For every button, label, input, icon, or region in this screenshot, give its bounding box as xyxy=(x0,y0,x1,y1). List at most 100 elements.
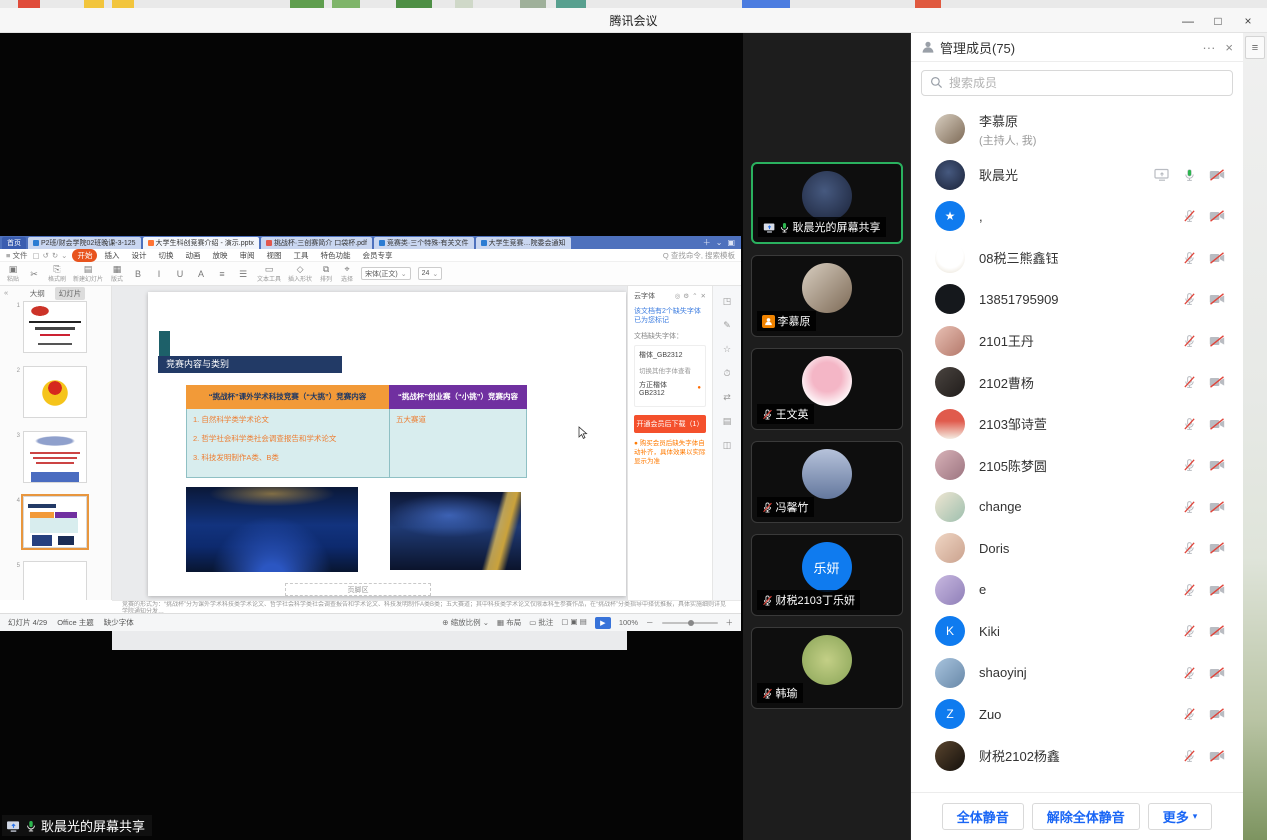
camera-off-icon[interactable] xyxy=(1209,169,1225,181)
mic-muted-icon[interactable] xyxy=(1183,251,1196,265)
mic-muted-icon[interactable] xyxy=(1183,500,1196,514)
member-row[interactable]: 耿晨光 xyxy=(911,154,1243,196)
tabbar-control-icon: ⌄ xyxy=(716,238,723,247)
warning-dot-icon: ● xyxy=(697,385,701,391)
camera-off-icon[interactable] xyxy=(1209,252,1225,264)
camera-off-icon[interactable] xyxy=(1209,667,1225,679)
video-tile-strip: 耿晨光的屏幕共享 李慕原 xyxy=(743,33,910,840)
mic-muted-icon[interactable] xyxy=(1183,666,1196,680)
participant-name: 财税2103丁乐妍 xyxy=(776,592,855,608)
camera-off-icon[interactable] xyxy=(1209,459,1225,471)
search-input[interactable] xyxy=(921,70,1233,96)
panel-more-button[interactable]: ··· xyxy=(1202,40,1215,55)
wps-document-tab: 首页 xyxy=(2,237,26,249)
panel-close-button[interactable]: × xyxy=(1225,40,1233,55)
member-row[interactable]: 2103邹诗萱 xyxy=(911,403,1243,445)
toolbar-item: I xyxy=(152,269,166,279)
mic-muted-icon[interactable] xyxy=(1183,209,1196,223)
wps-status-bar: 幻灯片 4/29Office 主题缺少字体 ⊕ 缩放比例 ⌄▦ 布局▭ 批注▢ … xyxy=(0,613,741,631)
camera-off-icon[interactable] xyxy=(1209,335,1225,347)
camera-off-icon[interactable] xyxy=(1209,501,1225,513)
member-row[interactable]: ★ , xyxy=(911,196,1243,238)
video-tile[interactable]: 乐妍 财税2103丁乐妍 xyxy=(751,534,903,616)
avatar xyxy=(935,160,965,190)
font-warning-text: ● 购买会员后缺失字体自动补齐，具体效果以实际显示为准 xyxy=(634,439,706,466)
slide-thumbnail xyxy=(23,301,87,353)
panel-tab: 幻灯片 xyxy=(55,287,86,300)
member-row[interactable]: e xyxy=(911,569,1243,611)
camera-off-icon[interactable] xyxy=(1209,625,1225,637)
mic-muted-icon[interactable] xyxy=(1183,375,1196,389)
camera-off-icon[interactable] xyxy=(1209,750,1225,762)
mic-muted-icon[interactable] xyxy=(1183,707,1196,721)
mic-on-icon[interactable] xyxy=(1183,168,1196,182)
zoom-slider xyxy=(662,622,718,624)
camera-off-icon[interactable] xyxy=(1209,293,1225,305)
toolbar-item: ▦版式 xyxy=(110,264,124,283)
avatar xyxy=(935,409,965,439)
member-row[interactable]: 李慕原 (主持人, 我) xyxy=(911,104,1243,154)
member-row[interactable]: Z Zuo xyxy=(911,694,1243,736)
side-tool-icon: ☆ xyxy=(723,344,731,355)
video-tile[interactable]: 耿晨光的屏幕共享 xyxy=(751,162,903,244)
member-row[interactable]: K Kiki xyxy=(911,611,1243,653)
member-row[interactable]: Doris xyxy=(911,528,1243,570)
ribbon-tab: 放映 xyxy=(207,249,232,262)
avatar xyxy=(935,367,965,397)
mute-all-button[interactable]: 全体静音 xyxy=(942,803,1024,830)
table-header-right: “挑战杯”创业赛（“小挑”）竞赛内容 xyxy=(389,385,527,409)
camera-off-icon[interactable] xyxy=(1209,708,1225,720)
pane-control-icon: ⚙ xyxy=(683,292,689,300)
member-row[interactable]: change xyxy=(911,486,1243,528)
member-row[interactable]: 2102曹杨 xyxy=(911,362,1243,404)
wps-slide-canvas: 竞赛内容与类别 “挑战杯”课外学术科技竞赛（“大挑”）竞赛内容 “挑战杯”创业赛… xyxy=(112,286,627,650)
video-tile[interactable]: 冯馨竹 xyxy=(751,441,903,523)
desktop-fragment xyxy=(556,0,586,8)
wps-notes-preview: 竞赛的形式为：“挑战杯”分为课外学术科技类学术论文、哲学社会科学类社会调查报告和… xyxy=(112,600,741,613)
camera-off-icon[interactable] xyxy=(1209,542,1225,554)
wps-document-tab: 竞赛类·三个特殊-有关文件 xyxy=(374,237,474,249)
sidebar-menu-button[interactable]: ≡ xyxy=(1245,36,1265,59)
mic-muted-icon[interactable] xyxy=(1183,417,1196,431)
slide-thumbnail-row: 5 xyxy=(8,561,111,600)
member-row[interactable]: 2105陈梦圆 xyxy=(911,445,1243,487)
camera-off-icon[interactable] xyxy=(1209,376,1225,388)
mic-muted-icon[interactable] xyxy=(1183,624,1196,638)
member-row[interactable]: shaoyinj xyxy=(911,652,1243,694)
mic-muted-icon[interactable] xyxy=(1183,292,1196,306)
unmute-all-button[interactable]: 解除全体静音 xyxy=(1032,803,1140,830)
member-row[interactable]: 2101王丹 xyxy=(911,320,1243,362)
ribbon-tab: 设计 xyxy=(126,249,151,262)
mic-muted-icon[interactable] xyxy=(1183,334,1196,348)
camera-off-icon[interactable] xyxy=(1209,418,1225,430)
more-actions-button[interactable]: 更多▾ xyxy=(1148,803,1213,830)
mic-muted-icon[interactable] xyxy=(1183,749,1196,763)
panel-title: 管理成员(75) xyxy=(940,38,1015,57)
camera-off-icon[interactable] xyxy=(1209,210,1225,222)
member-row[interactable]: 13851795909 xyxy=(911,279,1243,321)
member-row[interactable]: 财税2102杨鑫 xyxy=(911,735,1243,777)
member-name: 2101王丹 xyxy=(979,331,1034,350)
video-tile[interactable]: 王文英 xyxy=(751,348,903,430)
slide-number: 3 xyxy=(8,431,20,483)
member-row[interactable]: 08税三熊鑫钰 xyxy=(911,237,1243,279)
document-icon xyxy=(481,240,487,246)
video-tile[interactable]: 韩瑜 xyxy=(751,627,903,709)
host-badge-icon xyxy=(762,315,775,328)
close-button[interactable]: × xyxy=(1233,8,1263,33)
video-tile[interactable]: 李慕原 xyxy=(751,255,903,337)
avatar: ★ xyxy=(935,201,965,231)
wps-document-tab: 大学生科创竞赛介绍 - 演示.pptx xyxy=(143,237,259,249)
mic-muted-icon[interactable] xyxy=(1183,583,1196,597)
maximize-button[interactable]: □ xyxy=(1203,8,1233,33)
document-icon xyxy=(33,240,39,246)
camera-off-icon[interactable] xyxy=(1209,584,1225,596)
minimize-button[interactable]: — xyxy=(1173,8,1203,33)
find-command: Q 查找命令, 搜索模板 xyxy=(663,250,735,261)
slide-number: 2 xyxy=(8,366,20,418)
wps-document-tab: 大学生竞赛…院委会通知 xyxy=(476,237,571,249)
screen-share-icon[interactable] xyxy=(1154,168,1170,181)
stage-photo-left xyxy=(186,487,358,572)
mic-muted-icon[interactable] xyxy=(1183,541,1196,555)
mic-muted-icon[interactable] xyxy=(1183,458,1196,472)
